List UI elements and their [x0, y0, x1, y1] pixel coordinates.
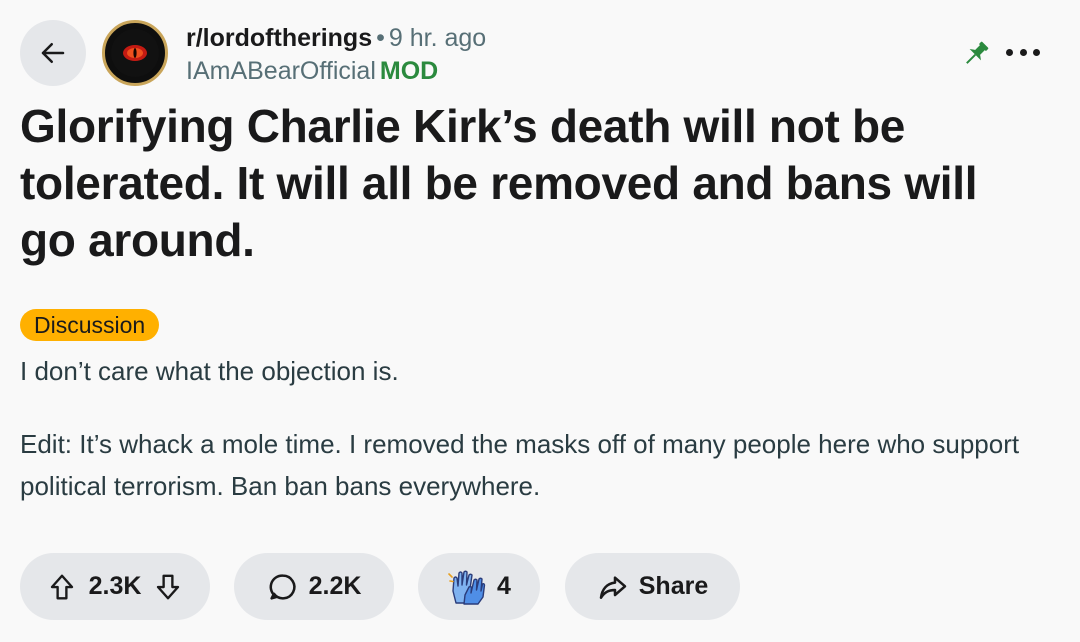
downvote-icon[interactable]: [153, 572, 183, 602]
body-paragraph: I don’t care what the objection is.: [20, 356, 399, 386]
comments-button[interactable]: 2.2K: [234, 553, 394, 620]
share-button[interactable]: Share: [565, 553, 740, 620]
subreddit-avatar[interactable]: [102, 20, 168, 86]
arrow-left-icon: [38, 38, 68, 68]
author-name[interactable]: IAmABearOfficial: [186, 57, 376, 85]
comment-count: 2.2K: [308, 572, 362, 600]
vote-group: 2.3K: [20, 553, 210, 620]
upvote-icon[interactable]: [47, 572, 77, 602]
separator-dot: •: [376, 24, 385, 52]
applause-hands-icon: [447, 567, 487, 607]
award-button[interactable]: 4: [418, 553, 540, 620]
more-dot: [1019, 48, 1027, 56]
back-button[interactable]: [20, 20, 86, 86]
vote-count: 2.3K: [88, 572, 142, 600]
share-arrow-icon: [597, 571, 629, 603]
post-title: Glorifying Charlie Kirk’s death will not…: [20, 100, 978, 266]
mod-badge: MOD: [379, 57, 439, 85]
post-body: I don’t care what the objection is. Edit…: [20, 350, 1050, 507]
pin-icon: [960, 38, 992, 70]
more-dot: [1033, 48, 1040, 56]
body-paragraph: Edit: It’s whack a mole time. I removed …: [20, 429, 1020, 501]
share-label: Share: [638, 572, 709, 600]
eye-of-sauron-icon: [110, 28, 160, 78]
more-options-icon[interactable]: [1006, 40, 1040, 64]
award-count: 4: [497, 572, 511, 600]
more-dot: [1006, 48, 1013, 56]
subreddit-name[interactable]: r/lordoftherings: [186, 24, 372, 52]
post-time: 9 hr. ago: [388, 24, 487, 52]
post-meta: r/lordoftherings • 9 hr. ago: [186, 22, 486, 54]
comment-bubble-icon: [267, 571, 299, 603]
post-flair[interactable]: Discussion: [20, 309, 160, 341]
author-line: IAmABearOfficial MOD: [186, 55, 438, 87]
